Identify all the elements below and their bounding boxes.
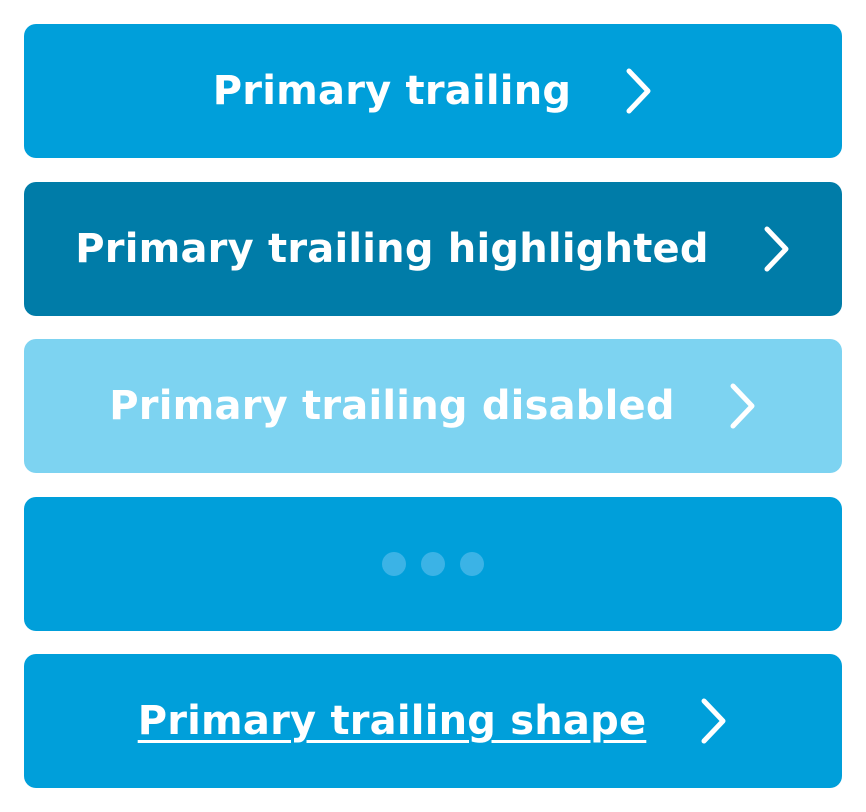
chevron-right-icon xyxy=(626,68,651,114)
primary-trailing-disabled-button: Primary trailing disabled xyxy=(24,339,842,473)
button-label: Primary trailing disabled xyxy=(109,383,675,429)
primary-trailing-loading-button[interactable] xyxy=(24,497,842,631)
primary-trailing-button[interactable]: Primary trailing xyxy=(24,24,842,158)
primary-trailing-shape-button[interactable]: Primary trailing shape xyxy=(24,654,842,788)
primary-trailing-highlighted-button[interactable]: Primary trailing highlighted xyxy=(24,182,842,316)
loading-dot xyxy=(382,552,406,576)
button-label: Primary trailing xyxy=(212,68,572,114)
button-label: Primary trailing shape xyxy=(137,698,647,744)
loading-dot xyxy=(460,552,484,576)
button-label: Primary trailing highlighted xyxy=(75,226,709,272)
chevron-right-icon xyxy=(701,698,726,744)
loading-dot xyxy=(421,552,445,576)
chevron-right-icon xyxy=(730,383,755,429)
button-stack: Primary trailing Primary trailing highli… xyxy=(0,0,866,812)
loading-dots-icon xyxy=(382,552,484,576)
chevron-right-icon xyxy=(764,226,789,272)
